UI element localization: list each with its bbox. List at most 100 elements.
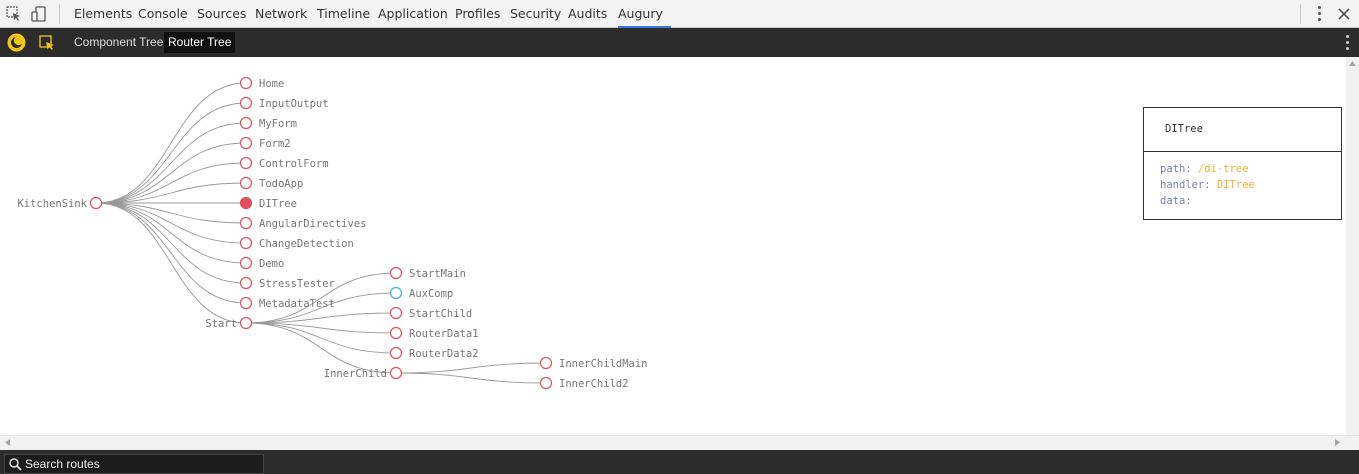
route-node-circle[interactable]: [239, 236, 253, 250]
tree-edge: [95, 202, 247, 264]
tab-timeline[interactable]: Timeline: [317, 0, 370, 28]
scroll-up-icon[interactable]: [1349, 61, 1356, 66]
route-path-value: /di-tree: [1197, 163, 1249, 175]
route-node-stress-tester[interactable]: StressTester: [239, 276, 335, 291]
route-node-circle[interactable]: [389, 286, 403, 300]
route-node-circle[interactable]: [239, 156, 253, 170]
route-node-label: InnerChildMain: [559, 358, 648, 370]
tab-security[interactable]: Security: [510, 0, 561, 28]
tab-router-tree[interactable]: Router Tree: [164, 32, 236, 53]
route-node-label: InnerChild2: [559, 378, 629, 390]
route-node-label: ChangeDetection: [259, 238, 354, 250]
route-handler-value: DITree: [1216, 179, 1255, 191]
devtools-toolbar: Elements Console Sources Network Timeline App…: [0, 0, 1359, 28]
tab-application[interactable]: Application: [378, 0, 448, 28]
route-details-panel: DITree path: /di-tree handler: DITree da…: [1143, 107, 1342, 220]
route-node-home[interactable]: Home: [239, 76, 285, 91]
route-node-circle[interactable]: [239, 216, 253, 230]
route-node-circle[interactable]: [239, 136, 253, 150]
tab-augury[interactable]: Augury: [618, 0, 671, 28]
route-node-label: Demo: [259, 258, 284, 270]
route-node-circle[interactable]: [239, 316, 253, 330]
close-icon[interactable]: [1338, 8, 1350, 20]
scroll-left-icon[interactable]: [5, 439, 10, 446]
route-node-router-data1[interactable]: RouterData1: [389, 326, 479, 341]
route-node-control-form[interactable]: ControlForm: [239, 156, 329, 171]
route-node-metadata-test[interactable]: MetadataTest: [239, 296, 335, 311]
route-path-label: path:: [1160, 163, 1192, 175]
augury-more-options-icon[interactable]: [1346, 35, 1350, 51]
route-node-aux-comp[interactable]: AuxComp: [389, 286, 454, 301]
toolbar-divider: [1300, 4, 1301, 24]
route-node-circle[interactable]: [239, 176, 253, 190]
tab-network[interactable]: Network: [255, 0, 307, 28]
route-node-circle[interactable]: [239, 276, 253, 290]
tab-profiles[interactable]: Profiles: [455, 0, 500, 28]
route-node-label: AngularDirectives: [259, 218, 366, 230]
route-node-label: Form2: [259, 138, 291, 150]
route-node-circle[interactable]: [389, 366, 403, 380]
tree-edge: [95, 162, 247, 204]
inspect-element-icon[interactable]: [6, 6, 22, 22]
route-node-circle[interactable]: [239, 76, 253, 90]
tab-elements[interactable]: Elements: [74, 0, 132, 28]
route-node-circle[interactable]: [389, 346, 403, 360]
tree-edge: [95, 102, 247, 204]
route-node-circle[interactable]: [539, 376, 553, 390]
tree-edge: [95, 202, 247, 284]
route-node-label: ControlForm: [259, 158, 329, 170]
route-node-inner-child2[interactable]: InnerChild2: [539, 376, 629, 391]
route-node-label: Start: [205, 318, 237, 330]
route-node-start-main[interactable]: StartMain: [389, 266, 466, 281]
route-node-label: InnerChild: [324, 368, 387, 380]
route-node-start[interactable]: Start: [205, 316, 253, 331]
route-node-form2[interactable]: Form2: [239, 136, 291, 151]
tab-sources[interactable]: Sources: [197, 0, 246, 28]
route-node-label: Home: [259, 78, 284, 90]
route-node-inner-child-main[interactable]: InnerChildMain: [539, 356, 648, 371]
route-node-circle[interactable]: [239, 256, 253, 270]
route-node-circle[interactable]: [239, 196, 253, 210]
route-node-angular-directives[interactable]: AngularDirectives: [239, 216, 367, 231]
route-node-inner-child[interactable]: InnerChild: [324, 366, 403, 381]
augury-logo-icon: [7, 33, 26, 52]
device-mode-icon[interactable]: [31, 6, 47, 22]
more-options-icon[interactable]: [1318, 6, 1322, 22]
route-node-input-output[interactable]: InputOutput: [239, 96, 329, 111]
horizontal-scrollbar[interactable]: [0, 435, 1359, 450]
vertical-scrollbar[interactable]: [1346, 57, 1359, 435]
augury-toolbar: Component Tree Router Tree: [0, 28, 1359, 57]
tree-edge: [95, 82, 247, 204]
route-node-circle[interactable]: [389, 306, 403, 320]
route-node-label: RouterData2: [409, 348, 479, 360]
route-node-todo-app[interactable]: TodoApp: [239, 176, 304, 191]
tree-edge: [95, 202, 247, 244]
route-node-label: MyForm: [259, 118, 297, 130]
tab-audits[interactable]: Audits: [568, 0, 607, 28]
route-node-circle[interactable]: [239, 296, 253, 310]
scroll-right-icon[interactable]: [1335, 439, 1340, 446]
tree-edge: [245, 322, 397, 374]
route-node-circle[interactable]: [539, 356, 553, 370]
search-routes-input[interactable]: [25, 456, 255, 472]
tab-component-tree[interactable]: Component Tree: [70, 32, 167, 53]
route-node-circle[interactable]: [239, 96, 253, 110]
route-node-start-child[interactable]: StartChild: [389, 306, 473, 321]
search-box: [4, 454, 264, 474]
route-node-label: DITree: [259, 198, 297, 210]
route-node-demo[interactable]: Demo: [239, 256, 285, 271]
route-node-my-form[interactable]: MyForm: [239, 116, 297, 131]
select-component-icon[interactable]: [39, 35, 55, 51]
route-node-change-detection[interactable]: ChangeDetection: [239, 236, 354, 251]
tree-edge: [395, 372, 547, 384]
route-node-label: KitchenSink: [17, 198, 87, 210]
route-node-circle[interactable]: [389, 266, 403, 280]
route-node-circle[interactable]: [389, 326, 403, 340]
route-node-label: StressTester: [259, 278, 335, 290]
tab-console[interactable]: Console: [138, 0, 188, 28]
route-node-kitchen-sink[interactable]: KitchenSink: [17, 196, 103, 211]
route-node-ditree[interactable]: DITree: [239, 196, 297, 211]
route-node-router-data2[interactable]: RouterData2: [389, 346, 479, 361]
route-node-circle[interactable]: [89, 196, 103, 210]
route-node-circle[interactable]: [239, 116, 253, 130]
